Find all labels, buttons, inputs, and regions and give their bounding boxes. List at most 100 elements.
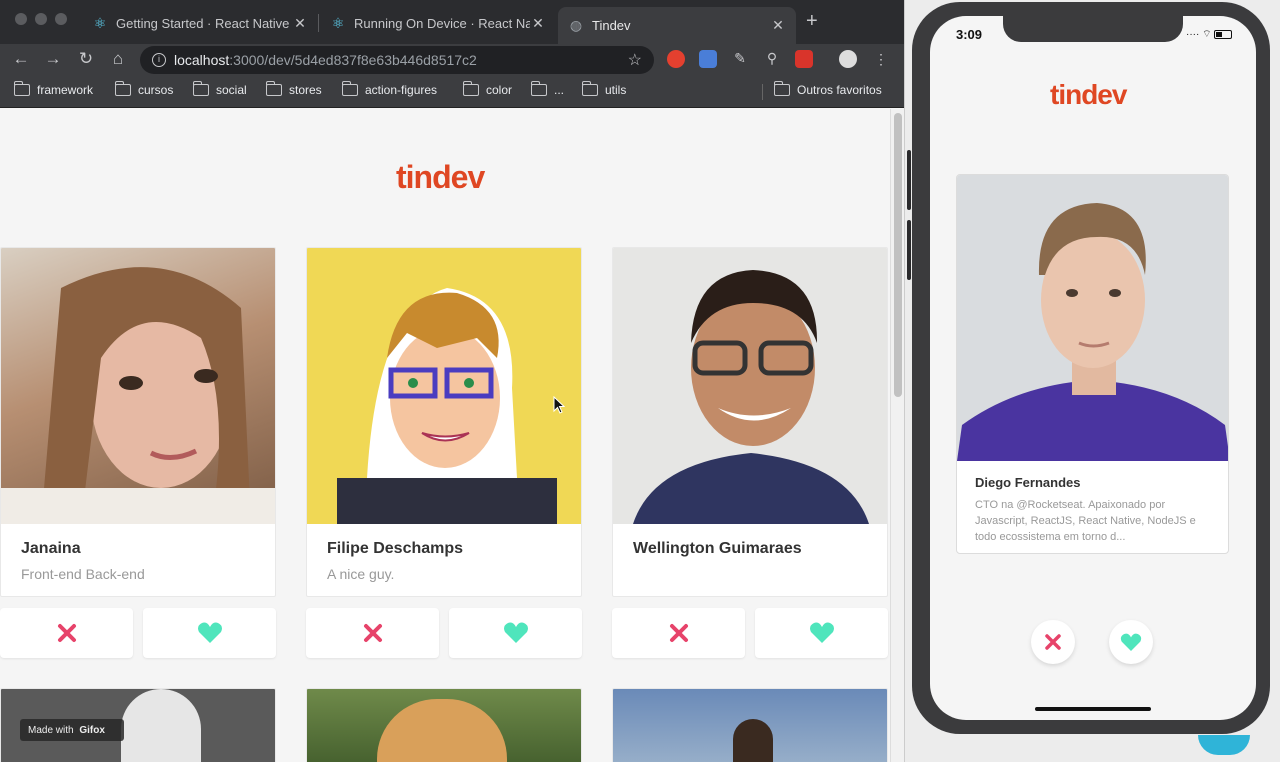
like-button[interactable]	[755, 608, 888, 658]
tab-bar: ⚛ Getting Started · React Native ✕ ⚛ Run…	[0, 0, 904, 44]
like-icon	[197, 622, 222, 643]
dev-card-janaina: Janaina Front-end Back-end	[0, 247, 276, 597]
bookmarks-bar: framework cursos social stores action-fi…	[0, 76, 904, 108]
avatar	[613, 248, 887, 524]
close-icon[interactable]: ✕	[770, 17, 786, 34]
menu-icon[interactable]: ⋮	[870, 48, 892, 70]
wifi-icon: ⌔	[1202, 29, 1212, 40]
like-icon	[503, 622, 528, 643]
browser-toolbar: ← → ↻ ⌂ i localhost:3000/dev/5d4ed837f8e…	[0, 44, 904, 76]
forward-icon[interactable]: →	[42, 48, 64, 70]
dev-card-mobile: Diego Fernandes CTO na @Rocketseat. Apai…	[956, 174, 1229, 554]
dislike-button[interactable]	[0, 608, 133, 658]
back-icon[interactable]: ←	[10, 48, 32, 70]
like-button[interactable]	[449, 608, 582, 658]
tindev-logo: tindev	[396, 159, 485, 195]
dislike-button-mobile[interactable]	[1031, 620, 1075, 664]
bookmark-action-figures[interactable]: action-figures	[341, 81, 437, 97]
tab-tindev[interactable]: ◍ Tindev ✕	[558, 7, 796, 44]
dev-card-wellington-guimaraes: Wellington Guimaraes	[612, 247, 888, 597]
extension-adblock-icon[interactable]	[667, 50, 685, 68]
phone-notch	[1003, 14, 1183, 42]
dislike-icon	[363, 624, 382, 642]
bookmark-framework[interactable]: framework	[13, 81, 93, 97]
folder-icon	[265, 81, 282, 96]
volume-up-button	[907, 150, 911, 210]
home-icon[interactable]: ⌂	[107, 48, 129, 70]
dislike-icon	[669, 624, 688, 642]
minimize-window-icon[interactable]	[35, 13, 47, 25]
bookmark-utils[interactable]: utils	[581, 81, 626, 97]
dev-name: Filipe Deschamps	[327, 540, 464, 557]
dev-name: Janaina	[21, 540, 81, 557]
like-button[interactable]	[143, 608, 276, 658]
close-icon[interactable]: ✕	[292, 15, 308, 32]
close-icon[interactable]: ✕	[530, 15, 546, 32]
dev-card-partial	[612, 688, 888, 762]
address-path: :3000/dev/5d4ed837f8e63b446d8517c2	[229, 52, 477, 68]
dev-bio: CTO na @Rocketseat. Apaixonado por Javas…	[975, 499, 1196, 543]
dev-card-filipe-deschamps: Filipe Deschamps A nice guy.	[306, 247, 582, 597]
avatar	[733, 719, 773, 762]
extension-calendar-icon[interactable]	[795, 50, 813, 68]
address-bar[interactable]: i localhost:3000/dev/5d4ed837f8e63b446d8…	[140, 46, 654, 74]
folder-icon	[13, 81, 30, 96]
tab-getting-started[interactable]: ⚛ Getting Started · React Native ✕	[82, 8, 318, 38]
dev-name: Wellington Guimaraes	[633, 540, 802, 557]
tab-label: Running On Device · React Nat	[354, 15, 530, 31]
tindev-logo-mobile: tindev	[1050, 79, 1127, 110]
avatar	[307, 248, 581, 524]
tab-running-on-device[interactable]: ⚛ Running On Device · React Nat ✕	[320, 8, 556, 38]
volume-down-button	[907, 220, 911, 280]
bookmark-other-favorites[interactable]: Outros favoritos	[773, 81, 882, 97]
tindev-main-page: tindev Janaina Front-end Back-end Filipe…	[0, 109, 890, 762]
avatar	[377, 699, 507, 762]
folder-icon	[341, 81, 358, 96]
bookmark-more[interactable]: ...	[530, 81, 564, 97]
globe-icon: ◍	[569, 17, 583, 33]
new-tab-icon[interactable]: +	[806, 10, 818, 33]
reload-icon[interactable]: ↻	[75, 48, 97, 70]
page-scrollbar[interactable]	[890, 109, 904, 762]
close-window-icon[interactable]	[15, 13, 27, 25]
folder-icon	[462, 81, 479, 96]
address-host: localhost	[174, 52, 230, 68]
folder-icon	[773, 81, 790, 96]
status-time: 3:09	[956, 27, 983, 42]
info-icon[interactable]: i	[152, 53, 166, 67]
avatar	[1, 248, 275, 524]
bookmark-color[interactable]: color	[462, 81, 512, 97]
bookmark-star-icon[interactable]: ☆	[628, 50, 642, 70]
like-button-mobile[interactable]	[1109, 620, 1153, 664]
browser-window: ⚛ Getting Started · React Native ✕ ⚛ Run…	[0, 0, 904, 762]
bookmark-cursos[interactable]: cursos	[114, 81, 173, 97]
status-icons: ···· ⌔	[1186, 28, 1233, 41]
dislike-icon	[1045, 634, 1061, 650]
extension-search-icon[interactable]: ⚲	[763, 50, 781, 68]
maximize-window-icon[interactable]	[55, 13, 67, 25]
folder-icon	[581, 81, 598, 96]
extension-pen-icon[interactable]: ✎	[731, 50, 749, 68]
dev-name: Diego Fernandes	[975, 475, 1081, 490]
like-icon	[1120, 633, 1142, 651]
bookmark-social[interactable]: social	[192, 81, 247, 97]
avatar	[121, 689, 201, 762]
home-indicator[interactable]	[1035, 707, 1151, 711]
gifox-watermark: Made with Gifox	[20, 719, 124, 741]
dislike-icon	[57, 624, 76, 642]
dislike-button[interactable]	[612, 608, 745, 658]
tab-label: Tindev	[592, 18, 631, 33]
profile-avatar[interactable]	[839, 50, 857, 68]
avatar	[957, 175, 1228, 461]
bookmark-stores[interactable]: stores	[265, 81, 322, 97]
scrollbar-thumb[interactable]	[894, 113, 902, 397]
extension-translate-icon[interactable]	[699, 50, 717, 68]
tab-label: Getting Started · React Native	[116, 15, 290, 31]
react-icon: ⚛	[93, 14, 107, 31]
dev-card-partial	[306, 688, 582, 762]
dev-bio: A nice guy.	[327, 566, 395, 582]
dev-bio: Front-end Back-end	[21, 566, 145, 582]
react-icon: ⚛	[331, 14, 345, 31]
like-icon	[809, 622, 834, 643]
dislike-button[interactable]	[306, 608, 439, 658]
